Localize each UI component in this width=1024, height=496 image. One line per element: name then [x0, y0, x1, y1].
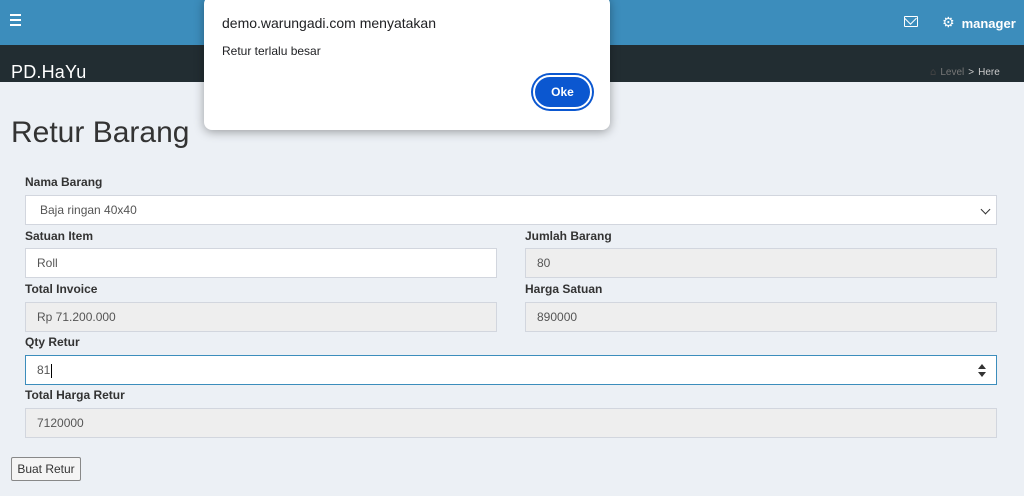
satuan-item-label: Satuan Item [25, 229, 94, 243]
nama-barang-label: Nama Barang [25, 175, 103, 189]
brand-logo-text[interactable]: PD.HaYu [11, 62, 86, 83]
jumlah-barang-label: Jumlah Barang [525, 229, 612, 243]
breadcrumb-here: Here [978, 67, 1000, 78]
text-cursor [51, 363, 53, 378]
qty-retur-value: 81 [37, 363, 51, 377]
user-name: manager [961, 15, 1016, 31]
breadcrumb: ⌂ Level > Here [930, 67, 1000, 78]
dialog-message: Retur terlalu besar [222, 44, 321, 58]
mail-icon[interactable] [904, 16, 918, 27]
buat-retur-button[interactable]: Buat Retur [11, 457, 81, 481]
ok-button[interactable]: Oke [533, 75, 592, 109]
qty-retur-input[interactable]: 81 [25, 355, 997, 385]
satuan-item-field[interactable]: Roll [25, 248, 497, 278]
alert-dialog: demo.warungadi.com menyatakan Retur terl… [204, 0, 610, 130]
breadcrumb-level[interactable]: Level [940, 67, 964, 78]
number-spinner[interactable] [978, 364, 986, 378]
user-menu[interactable]: ⚙ manager [942, 14, 1016, 32]
jumlah-barang-field: 80 [525, 248, 997, 278]
breadcrumb-separator: > [968, 67, 975, 78]
harga-satuan-label: Harga Satuan [525, 282, 603, 296]
total-harga-retur-label: Total Harga Retur [25, 388, 125, 402]
nama-barang-select[interactable]: Baja ringan 40x40 [25, 195, 997, 225]
dialog-title: demo.warungadi.com menyatakan [222, 15, 437, 31]
chevron-down-icon [980, 204, 991, 215]
total-invoice-field: Rp 71.200.000 [25, 302, 497, 332]
hamburger-icon[interactable] [10, 14, 24, 30]
harga-satuan-field: 890000 [525, 302, 997, 332]
nama-barang-value: Baja ringan 40x40 [40, 203, 137, 217]
total-harga-retur-field: 7120000 [25, 408, 997, 438]
home-icon: ⌂ [930, 67, 937, 78]
page-title: Retur Barang [11, 116, 190, 149]
total-invoice-label: Total Invoice [25, 282, 98, 296]
qty-retur-label: Qty Retur [25, 335, 80, 349]
gear-icon: ⚙ [942, 15, 955, 31]
